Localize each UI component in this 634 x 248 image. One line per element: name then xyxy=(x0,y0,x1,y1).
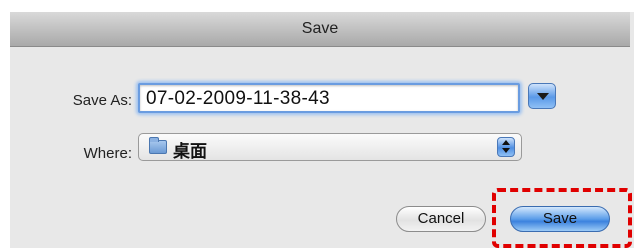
left-edge xyxy=(0,0,10,248)
up-down-arrows-icon xyxy=(497,137,515,157)
expand-dialog-button[interactable] xyxy=(528,83,556,109)
top-edge xyxy=(0,0,634,12)
where-label: Where: xyxy=(83,145,132,162)
save-dialog: Save Save As: 07-02-2009-11-38-43 Where:… xyxy=(0,0,634,248)
filename-value: 07-02-2009-11-38-43 xyxy=(146,88,330,109)
window-title: Save xyxy=(301,20,339,37)
filename-input[interactable]: 07-02-2009-11-38-43 xyxy=(138,83,520,113)
where-value: 桌面 xyxy=(173,142,207,162)
folder-icon xyxy=(149,137,167,154)
highlight-box xyxy=(492,188,632,248)
save-as-label: Save As: xyxy=(72,92,132,109)
where-popup[interactable]: 桌面 xyxy=(138,133,522,162)
title-bar[interactable]: Save xyxy=(10,12,630,47)
cancel-button[interactable]: Cancel xyxy=(396,206,486,232)
disclosure-triangle-icon xyxy=(537,93,549,100)
